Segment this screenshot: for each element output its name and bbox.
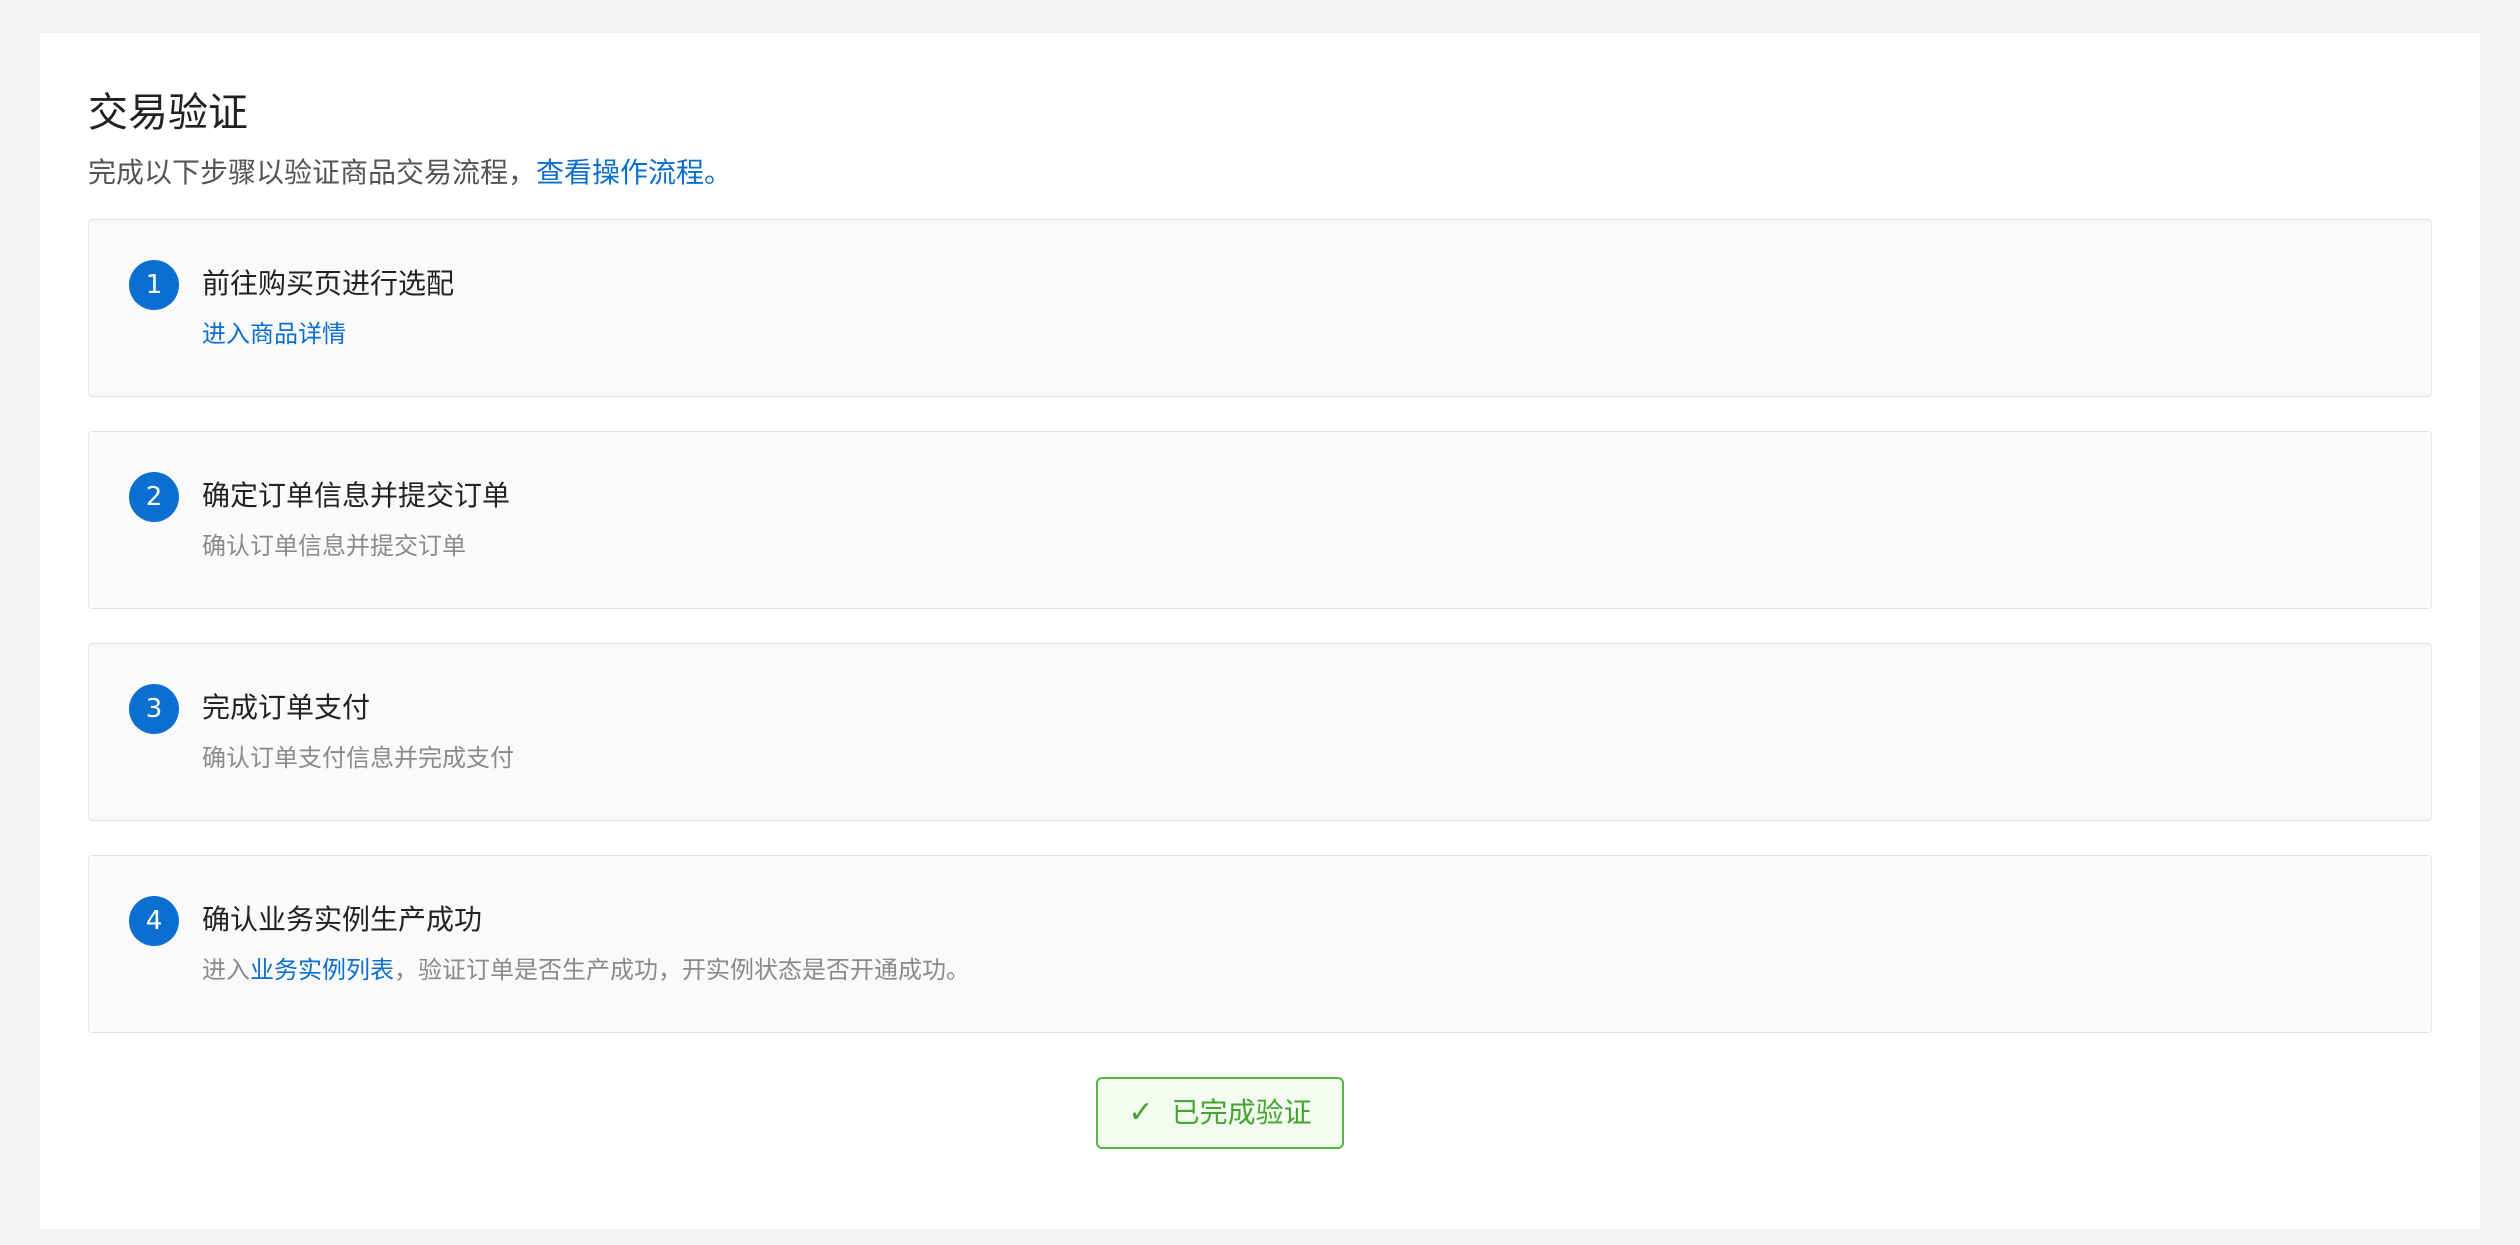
step-number-badge: 1 — [129, 260, 179, 310]
step-card-2: 2 确定订单信息并提交订单 确认订单信息并提交订单 — [88, 431, 2432, 609]
step-title: 前往购买页进行选配 — [202, 267, 455, 300]
step-number-badge: 2 — [129, 472, 179, 522]
product-detail-link[interactable]: 进入商品详情 — [202, 320, 346, 348]
step-card-3: 3 完成订单支付 确认订单支付信息并完成支付 — [88, 643, 2432, 821]
step-description: 进入商品详情 — [202, 316, 346, 352]
verification-panel: 交易验证 完成以下步骤以验证商品交易流程，查看操作流程。 1 前往购买页进行选配… — [40, 33, 2480, 1229]
subtitle-text: 完成以下步骤以验证商品交易流程， — [88, 156, 537, 189]
done-button-label: 已完成验证 — [1171, 1096, 1312, 1129]
step-title: 确认业务实例生产成功 — [202, 903, 483, 936]
view-process-link[interactable]: 查看操作流程。 — [536, 156, 732, 189]
step-title: 完成订单支付 — [202, 691, 371, 724]
step-card-1: 1 前往购买页进行选配 进入商品详情 — [88, 219, 2432, 397]
instance-list-link[interactable]: 业务实例列表 — [250, 956, 394, 984]
page-title: 交易验证 — [88, 90, 248, 136]
check-icon: ✓ — [1128, 1095, 1154, 1130]
step-number-badge: 4 — [129, 896, 179, 946]
verification-done-button[interactable]: ✓ 已完成验证 — [1096, 1077, 1344, 1149]
step-card-4: 4 确认业务实例生产成功 进入业务实例列表，验证订单是否生产成功，开实例状态是否… — [88, 855, 2432, 1033]
step-number-badge: 3 — [129, 684, 179, 734]
step-description: 进入业务实例列表，验证订单是否生产成功，开实例状态是否开通成功。 — [202, 952, 970, 988]
step-description: 确认订单支付信息并完成支付 — [202, 744, 514, 772]
steps-list: 1 前往购买页进行选配 进入商品详情 2 确定订单信息并提交订单 确认订单信息并… — [88, 219, 2432, 1033]
step-title: 确定订单信息并提交订单 — [202, 479, 511, 512]
step-desc-suffix: ，验证订单是否生产成功，开实例状态是否开通成功。 — [394, 956, 970, 984]
page-subtitle: 完成以下步骤以验证商品交易流程，查看操作流程。 — [88, 153, 2432, 193]
step-description: 确认订单信息并提交订单 — [202, 532, 466, 560]
step-desc-prefix: 进入 — [202, 956, 250, 984]
